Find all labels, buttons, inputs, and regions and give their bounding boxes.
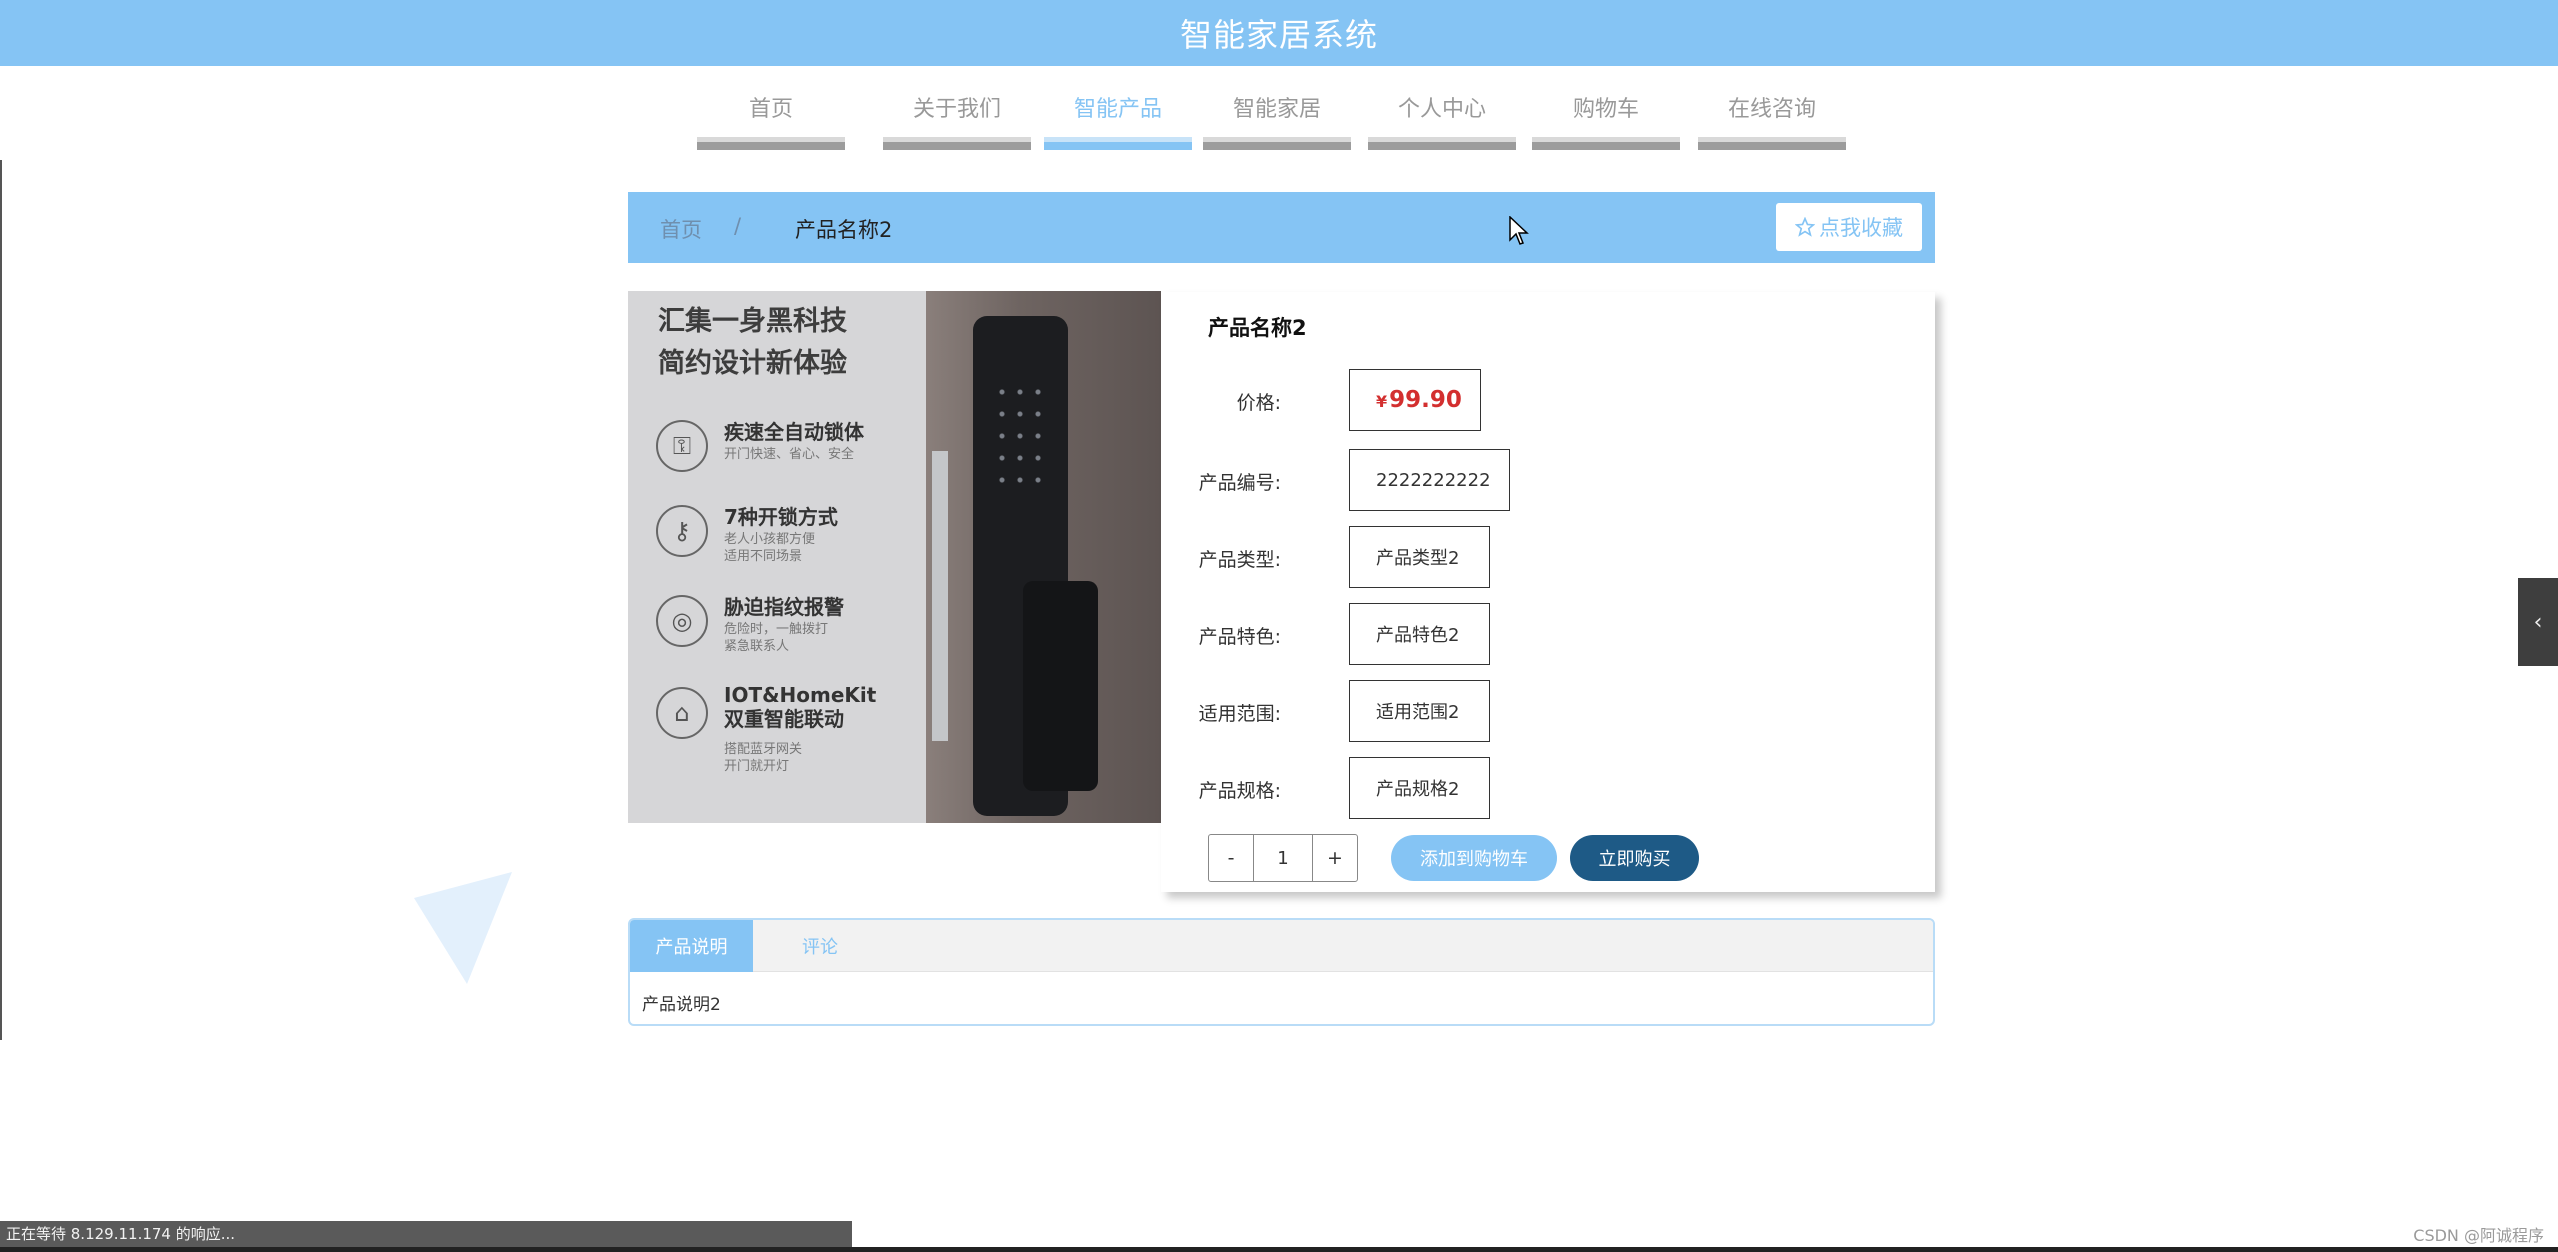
feature-desc: 危险时，一触拨打 紧急联系人 xyxy=(724,622,829,654)
nav-item-label: 关于我们 xyxy=(912,97,1001,122)
nav-item-label: 个人中心 xyxy=(1397,97,1486,122)
tabs-header: 产品说明 评论 xyxy=(630,920,1933,972)
nav-item-smart-home[interactable]: 智能家居 xyxy=(1203,92,1351,150)
nav-item-label: 首页 xyxy=(748,97,793,122)
field-value-product-type: 产品类型2 xyxy=(1349,526,1490,588)
field-label-spec: 产品规格: xyxy=(1198,780,1281,802)
breadcrumb-separator: / xyxy=(734,214,742,238)
price-amount: 99.90 xyxy=(1389,387,1462,413)
watermark: CSDN @阿诚程序 xyxy=(2413,1226,2544,1245)
nav-item-about[interactable]: 关于我们 xyxy=(883,92,1031,150)
door-frame-graphic xyxy=(932,451,948,741)
nav-item-home[interactable]: 首页 xyxy=(697,92,845,150)
field-value-spec: 产品规格2 xyxy=(1349,757,1490,819)
feature-title: 胁迫指纹报警 xyxy=(724,595,844,619)
currency-symbol: ¥ xyxy=(1376,392,1388,411)
mouse-cursor-icon xyxy=(1509,216,1529,245)
star-outline-icon xyxy=(1795,217,1815,237)
feature-desc: 开门快速、省心、安全 xyxy=(724,447,855,462)
product-name: 产品名称2 xyxy=(1208,316,1307,340)
image-headline: 汇集一身黑科技 简约设计新体验 xyxy=(658,301,847,385)
feature-title: IOT&HomeKit 双重智能联动 xyxy=(724,683,877,731)
feature-desc: 老人小孩都方便 适用不同场景 xyxy=(724,532,816,564)
decorative-triangle xyxy=(414,872,512,984)
breadcrumb-current: 产品名称2 xyxy=(795,218,893,242)
main-nav: 首页 关于我们 智能产品 智能家居 个人中心 购物车 在线咨询 xyxy=(0,92,2558,154)
quantity-decrease-button[interactable]: - xyxy=(1209,835,1253,881)
side-panel-toggle[interactable]: ‹ xyxy=(2518,578,2558,666)
nav-item-label: 在线咨询 xyxy=(1727,97,1816,122)
left-border-line xyxy=(0,160,2,1040)
feature-title: 7种开锁方式 xyxy=(724,505,838,529)
nav-item-online-consult[interactable]: 在线咨询 xyxy=(1698,92,1846,150)
feature-item: ◎ 胁迫指纹报警 危险时，一触拨打 紧急联系人 xyxy=(656,591,926,661)
field-label-product-type: 产品类型: xyxy=(1198,549,1281,571)
image-headline-line1: 汇集一身黑科技 xyxy=(658,306,847,337)
home-icon: ⌂ xyxy=(656,687,708,739)
feature-title: 疾速全自动锁体 xyxy=(724,420,864,444)
favorite-button[interactable]: 点我收藏 xyxy=(1776,203,1922,251)
chevron-left-icon: ‹ xyxy=(2533,609,2543,635)
field-label-product-feature: 产品特色: xyxy=(1198,626,1281,648)
field-value-scope: 适用范围2 xyxy=(1349,680,1490,742)
tab-content: 产品说明2 xyxy=(642,995,721,1015)
keypad-graphic xyxy=(993,381,1048,491)
nav-item-label: 智能产品 xyxy=(1073,97,1162,122)
quantity-input[interactable]: 1 xyxy=(1253,835,1313,881)
quantity-increase-button[interactable]: + xyxy=(1313,835,1357,881)
quantity-stepper: - 1 + xyxy=(1208,834,1358,882)
feature-item: ⚿ 疾速全自动锁体 开门快速、省心、安全 xyxy=(656,416,926,486)
product-tabs: 产品说明 评论 产品说明2 xyxy=(628,918,1935,1026)
lock-handle-graphic xyxy=(1023,581,1098,791)
nav-underline xyxy=(1044,137,1192,150)
image-headline-line2: 简约设计新体验 xyxy=(658,348,847,379)
feature-desc: 搭配蓝牙网关 开门就开灯 xyxy=(724,742,803,774)
field-value-product-feature: 产品特色2 xyxy=(1349,603,1490,665)
product-info-card: 产品名称2 价格: ¥99.90 产品编号: 2222222222 产品类型: … xyxy=(1161,292,1935,892)
nav-item-label: 智能家居 xyxy=(1232,97,1321,122)
nav-underline xyxy=(1368,137,1516,150)
nav-item-personal-center[interactable]: 个人中心 xyxy=(1368,92,1516,150)
nav-item-smart-products[interactable]: 智能产品 xyxy=(1044,92,1192,150)
site-title: 智能家居系统 xyxy=(1179,16,1378,54)
field-label-product-code: 产品编号: xyxy=(1198,472,1281,494)
tab-product-description[interactable]: 产品说明 xyxy=(630,920,753,972)
key-icon: ⚷ xyxy=(656,505,708,557)
nav-underline xyxy=(1532,137,1680,150)
nav-item-label: 购物车 xyxy=(1572,97,1639,122)
browser-status-bar: 正在等待 8.129.11.174 的响应... xyxy=(0,1221,852,1247)
field-label-scope: 适用范围: xyxy=(1198,703,1281,725)
breadcrumb-home-link[interactable]: 首页 xyxy=(660,214,702,244)
tab-comments[interactable]: 评论 xyxy=(753,920,887,972)
buy-now-button[interactable]: 立即购买 xyxy=(1570,835,1699,881)
nav-underline xyxy=(1698,137,1846,150)
feature-item: ⚷ 7种开锁方式 老人小孩都方便 适用不同场景 xyxy=(656,501,926,571)
price-box: ¥99.90 xyxy=(1349,369,1481,431)
top-header-bar: 智能家居系统 xyxy=(0,0,2558,66)
add-to-cart-button[interactable]: 添加到购物车 xyxy=(1391,835,1557,881)
breadcrumb: 首页 / 产品名称2 点我收藏 xyxy=(628,192,1935,263)
price-label: 价格: xyxy=(1236,392,1281,414)
fingerprint-icon: ◎ xyxy=(656,595,708,647)
auto-lock-icon: ⚿ xyxy=(656,420,708,472)
bottom-edge xyxy=(0,1247,2558,1252)
product-image: 汇集一身黑科技 简约设计新体验 ⚿ 疾速全自动锁体 开门快速、省心、安全 ⚷ 7… xyxy=(628,291,1161,823)
nav-underline xyxy=(697,137,845,150)
nav-item-cart[interactable]: 购物车 xyxy=(1532,92,1680,150)
price-value: ¥99.90 xyxy=(1376,387,1462,413)
field-value-product-code: 2222222222 xyxy=(1349,449,1510,511)
feature-item: ⌂ IOT&HomeKit 双重智能联动 搭配蓝牙网关 开门就开灯 xyxy=(656,683,926,774)
nav-underline xyxy=(1203,137,1351,150)
nav-underline xyxy=(883,137,1031,150)
favorite-button-label: 点我收藏 xyxy=(1819,216,1903,240)
